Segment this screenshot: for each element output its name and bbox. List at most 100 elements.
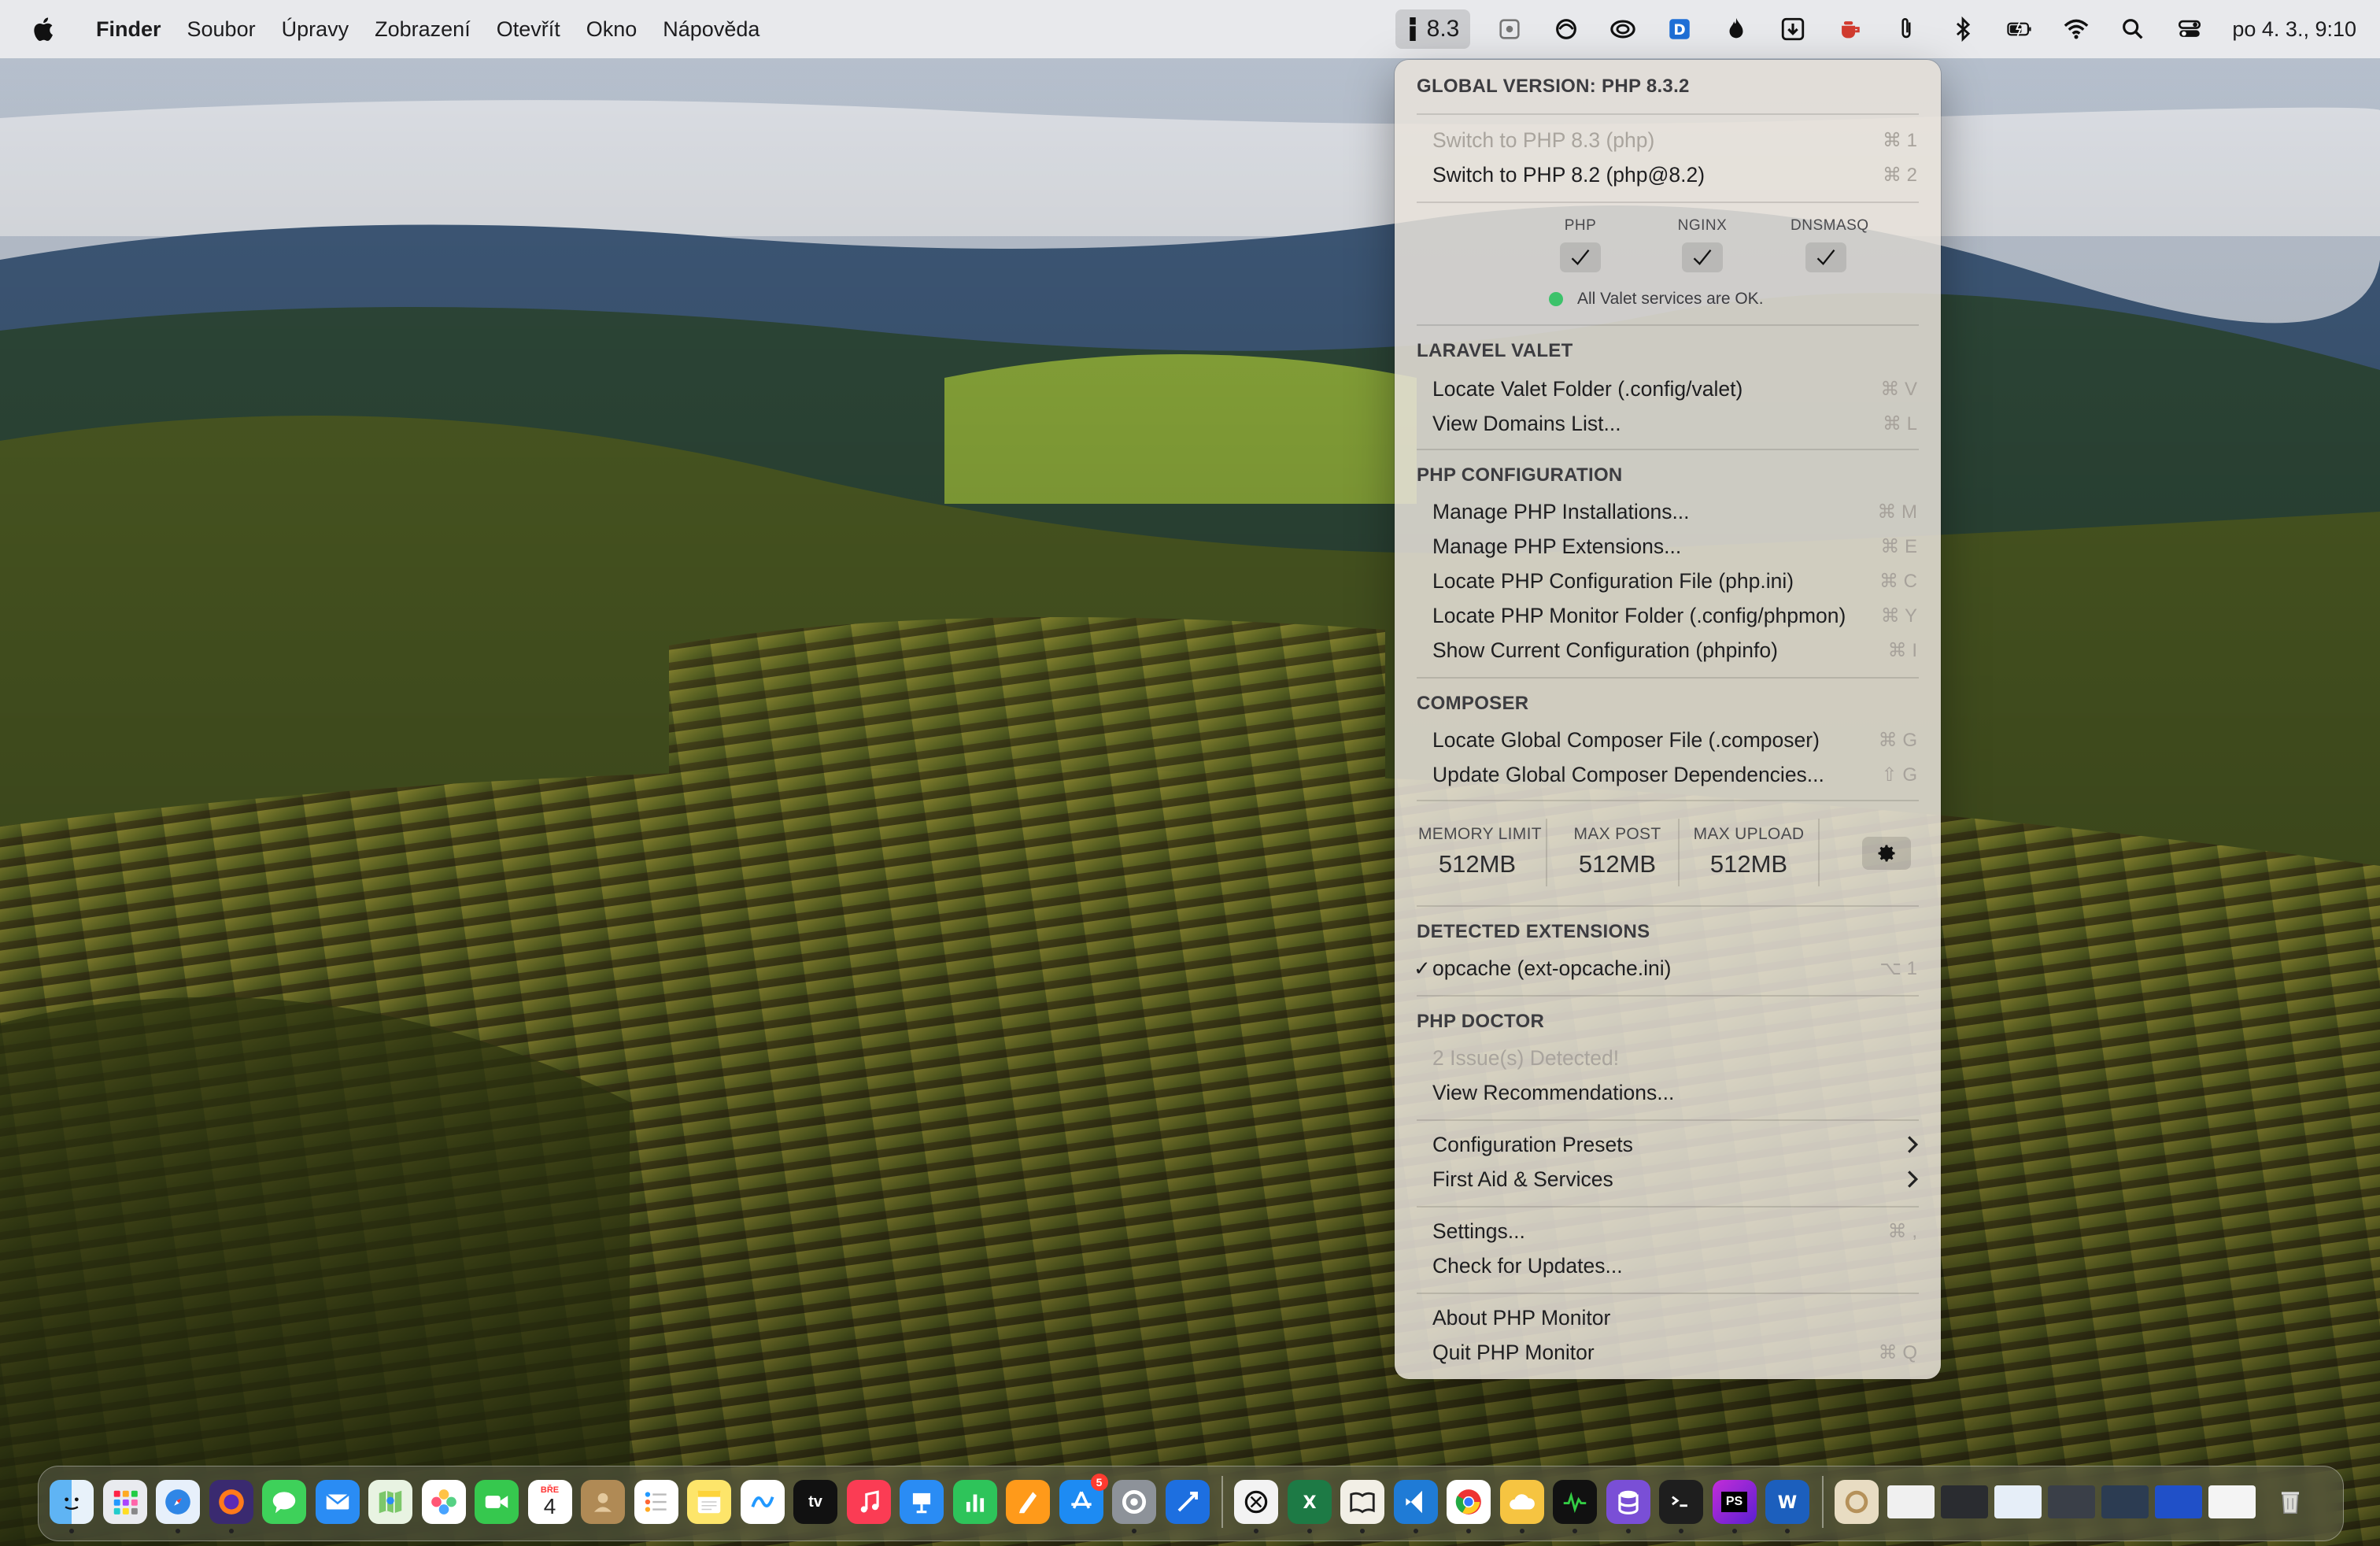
service-status-button[interactable]: [1560, 242, 1601, 272]
activity-monitor-dock-icon[interactable]: [1553, 1480, 1597, 1533]
numbers-dock-icon[interactable]: [952, 1480, 997, 1524]
menubar-item-file[interactable]: Soubor: [187, 17, 282, 42]
service-name: PHP: [1564, 217, 1597, 234]
minimized-window-6[interactable]: [2155, 1485, 2202, 1518]
phpstorm-label: PS: [1720, 1492, 1748, 1512]
locate-valet-folder-item[interactable]: Locate Valet Folder (.config/valet) ⌘ V: [1410, 372, 1925, 406]
photos-dock-icon[interactable]: [421, 1480, 466, 1524]
finder-dock-icon[interactable]: [50, 1480, 94, 1533]
reminders-dock-icon[interactable]: [634, 1480, 678, 1524]
minimized-window-4[interactable]: [2048, 1485, 2095, 1518]
manage-php-installations-item[interactable]: Manage PHP Installations... ⌘ M: [1410, 494, 1925, 529]
facetime-dock-icon[interactable]: [475, 1480, 519, 1524]
control-center-icon[interactable]: [2169, 9, 2210, 50]
menu-separator: [1417, 324, 1919, 326]
apple-tv-label: tv: [808, 1492, 822, 1511]
locate-php-ini-item[interactable]: Locate PHP Configuration File (php.ini) …: [1410, 564, 1925, 598]
service-status-button[interactable]: [1682, 242, 1723, 272]
switch-php-82-item[interactable]: Switch to PHP 8.2 (php@8.2) ⌘ 2: [1410, 157, 1925, 192]
menubar-item-help[interactable]: Nápověda: [663, 17, 785, 42]
apple-menu-icon[interactable]: [11, 16, 74, 43]
docker-dashboard-icon[interactable]: D: [1659, 9, 1700, 50]
view-recommendations-item[interactable]: View Recommendations...: [1410, 1075, 1925, 1110]
vscode-dock-icon[interactable]: [1393, 1480, 1438, 1533]
contacts-dock-icon[interactable]: [581, 1480, 625, 1524]
cloud-app-dock-icon[interactable]: [1499, 1480, 1544, 1533]
view-domains-list-item[interactable]: View Domains List... ⌘ L: [1410, 406, 1925, 441]
composer-header: COMPOSER: [1417, 693, 1529, 714]
minimized-window-1[interactable]: [1887, 1485, 1935, 1518]
keynote-dock-icon[interactable]: [900, 1480, 944, 1524]
menubar-clock[interactable]: po 4. 3., 9:10: [2232, 17, 2356, 42]
wifi-icon[interactable]: [2056, 9, 2097, 50]
paperclip-icon[interactable]: [1886, 9, 1927, 50]
locate-composer-file-item[interactable]: Locate Global Composer File (.composer) …: [1410, 723, 1925, 757]
limit-title: MEMORY LIMIT: [1418, 825, 1542, 843]
limits-settings-button[interactable]: [1862, 837, 1911, 870]
coffee-icon[interactable]: [1829, 9, 1870, 50]
menubar-item-view[interactable]: Zobrazení: [375, 17, 497, 42]
menubar-item-window[interactable]: Okno: [586, 17, 663, 42]
calendar-dock-icon[interactable]: BŘE 4: [527, 1480, 572, 1524]
mail-dock-icon[interactable]: [315, 1480, 360, 1524]
menubar-item-go[interactable]: Otevřít: [497, 17, 586, 42]
phpstorm-dock-icon[interactable]: PS: [1712, 1480, 1757, 1533]
spotlight-search-icon[interactable]: [2112, 9, 2153, 50]
minimized-window-2[interactable]: [1941, 1485, 1988, 1518]
php-configuration-header: PHP CONFIGURATION: [1417, 464, 1623, 486]
firefox-dock-icon[interactable]: [209, 1480, 253, 1533]
menu-item-shortcut: ⌥ 1: [1879, 957, 1917, 979]
service-status-button[interactable]: [1805, 242, 1846, 272]
database-dock-icon[interactable]: [1606, 1480, 1650, 1533]
music-dock-icon[interactable]: [846, 1480, 891, 1524]
extension-opcache-item[interactable]: ✓ opcache (ext-opcache.ini) ⌥ 1: [1410, 951, 1925, 986]
books-dock-icon[interactable]: [1340, 1480, 1384, 1533]
vpn-icon[interactable]: [1602, 9, 1643, 50]
menu-item-label: opcache (ext-opcache.ini): [1432, 956, 1672, 980]
screen-capture-icon[interactable]: [1489, 9, 1530, 50]
safari-dock-icon[interactable]: [156, 1480, 200, 1533]
service-php: PHP: [1545, 217, 1616, 272]
configuration-presets-item[interactable]: Configuration Presets: [1410, 1127, 1925, 1162]
freeform-dock-icon[interactable]: [740, 1480, 785, 1524]
detected-extensions-header: DETECTED EXTENSIONS: [1417, 921, 1650, 942]
menu-item-shortcut: ⌘ G: [1878, 729, 1917, 751]
locate-phpmon-folder-item[interactable]: Locate PHP Monitor Folder (.config/phpmo…: [1410, 598, 1925, 633]
minimized-window-7[interactable]: [2208, 1485, 2256, 1518]
bluetooth-icon[interactable]: [1942, 9, 1983, 50]
show-phpinfo-item[interactable]: Show Current Configuration (phpinfo) ⌘ I: [1410, 633, 1925, 668]
terminal-dock-icon[interactable]: [1659, 1480, 1703, 1533]
menubar-app-name[interactable]: Finder: [96, 17, 187, 42]
app-store-dock-icon[interactable]: 5: [1059, 1474, 1108, 1524]
chrome-dock-icon[interactable]: [1447, 1480, 1491, 1533]
update-composer-deps-item[interactable]: Update Global Composer Dependencies... ⇧…: [1410, 757, 1925, 792]
about-item[interactable]: About PHP Monitor: [1410, 1300, 1925, 1335]
document-thumbnail-icon[interactable]: [1834, 1480, 1879, 1524]
maps-dock-icon[interactable]: [368, 1480, 412, 1524]
switch-php-83-item[interactable]: Switch to PHP 8.3 (php) ⌘ 1: [1410, 123, 1925, 157]
flame-icon[interactable]: [1716, 9, 1757, 50]
settings-item[interactable]: Settings... ⌘ ,: [1410, 1214, 1925, 1248]
notes-dock-icon[interactable]: [687, 1480, 731, 1524]
word-dock-icon[interactable]: W: [1765, 1480, 1809, 1533]
excel-dock-icon[interactable]: X: [1287, 1480, 1332, 1533]
launchpad-dock-icon[interactable]: [102, 1480, 147, 1524]
manage-php-extensions-item[interactable]: Manage PHP Extensions... ⌘ E: [1410, 529, 1925, 564]
messages-dock-icon[interactable]: [262, 1480, 306, 1524]
chatgpt-dock-icon[interactable]: [1234, 1480, 1278, 1533]
minimized-window-3[interactable]: [1994, 1485, 2042, 1518]
apple-tv-dock-icon[interactable]: tv: [793, 1480, 837, 1524]
trash-dock-icon[interactable]: [2268, 1480, 2312, 1524]
system-settings-dock-icon[interactable]: [1112, 1480, 1156, 1533]
battery-icon[interactable]: [1999, 9, 2040, 50]
quit-item[interactable]: Quit PHP Monitor ⌘ Q: [1410, 1335, 1925, 1370]
menubar-item-edit[interactable]: Úpravy: [282, 17, 375, 42]
pages-dock-icon[interactable]: [1006, 1480, 1050, 1524]
minimized-window-5[interactable]: [2101, 1485, 2149, 1518]
creative-cloud-icon[interactable]: [1546, 9, 1587, 50]
check-for-updates-item[interactable]: Check for Updates...: [1410, 1248, 1925, 1283]
xcode-dock-icon[interactable]: [1165, 1480, 1210, 1524]
first-aid-services-item[interactable]: First Aid & Services: [1410, 1162, 1925, 1196]
php-monitor-status-item[interactable]: 8.3: [1395, 9, 1471, 49]
download-icon[interactable]: [1772, 9, 1813, 50]
